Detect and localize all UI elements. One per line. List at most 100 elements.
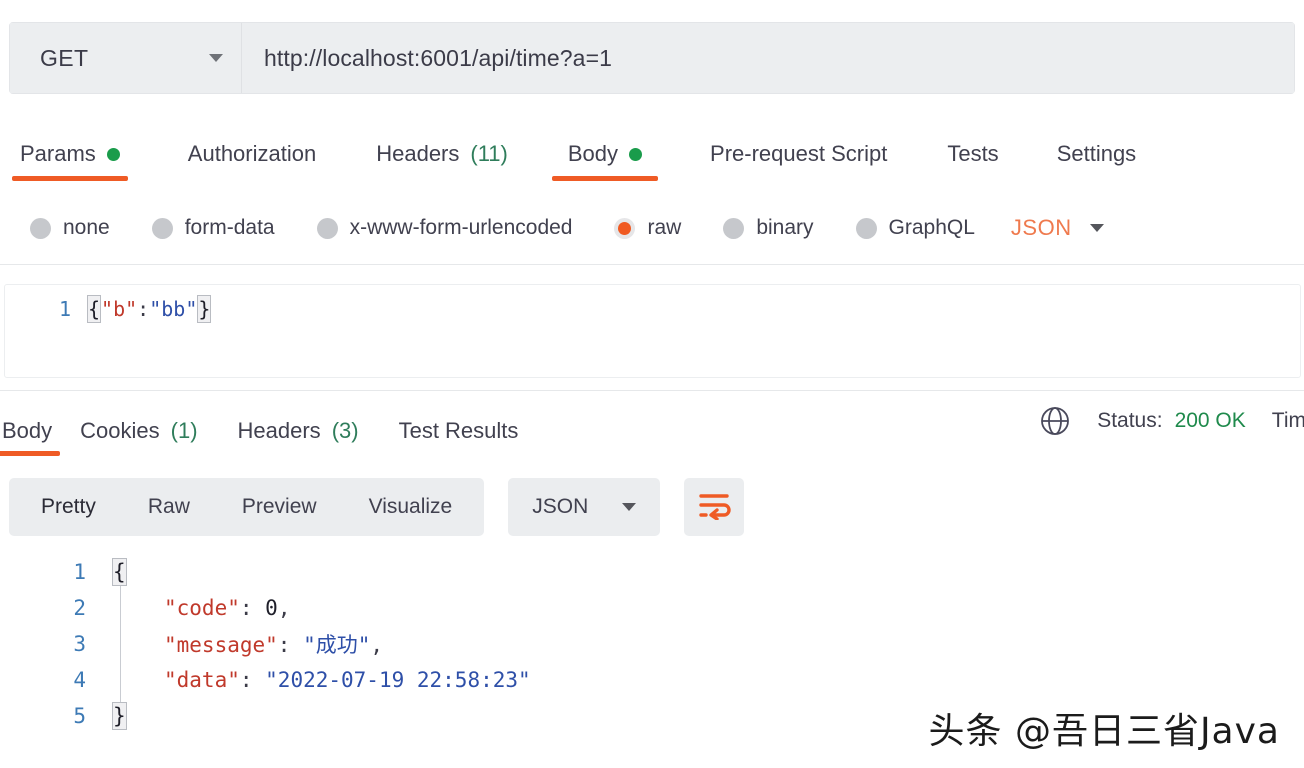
response-code-line: 3 "message": "成功", <box>0 626 1304 662</box>
response-tab-headers-count: (3) <box>331 418 359 443</box>
tab-authorization-label: Authorization <box>187 141 317 166</box>
response-tab-test-results[interactable]: Test Results <box>399 402 519 454</box>
view-mode-pretty[interactable]: Pretty <box>15 478 122 536</box>
response-tab-cookies-label: Cookies <box>80 418 160 443</box>
response-format-select[interactable]: JSON <box>508 478 661 536</box>
globe-icon[interactable] <box>1039 405 1071 437</box>
response-open-brace-token: { <box>112 558 127 586</box>
raw-format-select[interactable]: JSON <box>1011 215 1104 241</box>
tab-params[interactable]: Params <box>12 125 128 181</box>
response-line-number: 4 <box>73 668 86 692</box>
status-badge: 200 OK <box>1174 409 1246 432</box>
radio-none-mark-icon <box>30 217 51 239</box>
radio-raw-mark-icon <box>614 217 636 239</box>
response-tab-cookies[interactable]: Cookies (1) <box>80 402 197 454</box>
close-brace-token: } <box>197 295 212 323</box>
response-line-number: 1 <box>73 560 86 584</box>
http-method-select[interactable]: GET <box>10 23 242 93</box>
radio-graphql-mark-icon <box>855 217 877 239</box>
word-wrap-icon <box>697 490 731 525</box>
response-code-content: "message": "成功", <box>112 629 383 659</box>
json-comma: , <box>370 633 384 657</box>
json-separator: : <box>239 668 266 692</box>
radio-x-www-form-urlencoded[interactable]: x-www-form-urlencoded <box>316 216 573 240</box>
tab-pre-request-script[interactable]: Pre-request Script <box>710 125 887 177</box>
view-mode-raw[interactable]: Raw <box>122 478 216 536</box>
tab-body[interactable]: Body <box>551 125 659 181</box>
request-body-code: {"b":"bb"} <box>87 292 212 326</box>
json-key: "code" <box>164 596 240 620</box>
radio-raw[interactable]: raw <box>614 216 681 240</box>
response-line-number: 5 <box>73 704 86 728</box>
tab-headers-count: (11) <box>470 141 508 166</box>
response-tab-test-results-label: Test Results <box>398 418 519 443</box>
tab-params-label: Params <box>20 141 96 166</box>
json-comma: , <box>277 596 291 620</box>
response-view-mode-group: Pretty Raw Preview Visualize <box>9 478 485 536</box>
json-key: "data" <box>164 668 240 692</box>
response-code-line: 1 { <box>0 554 1304 590</box>
tab-settings[interactable]: Settings <box>1057 125 1137 177</box>
json-separator: : <box>277 633 304 657</box>
body-type-radio-group: none form-data x-www-form-urlencoded raw… <box>0 205 1304 251</box>
raw-format-label: JSON <box>1010 215 1072 240</box>
response-format-label: JSON <box>532 495 589 518</box>
http-method-label: GET <box>40 44 89 71</box>
unsaved-dot-icon <box>106 147 120 161</box>
json-separator: : <box>239 596 266 620</box>
view-mode-preview[interactable]: Preview <box>216 478 343 536</box>
response-code-line: 4 "data": "2022-07-19 22:58:23" <box>0 662 1304 698</box>
radio-form-data[interactable]: form-data <box>151 216 275 240</box>
json-key: "message" <box>164 633 278 657</box>
view-mode-visualize[interactable]: Visualize <box>343 478 479 536</box>
radio-binary-mark-icon <box>723 217 745 239</box>
tab-tests[interactable]: Tests <box>947 125 998 177</box>
active-tab-underline <box>551 176 659 181</box>
radio-form-data-label: form-data <box>184 216 275 239</box>
radio-raw-label: raw <box>647 216 682 239</box>
open-brace-token: { <box>87 295 102 323</box>
body-key-token: "b" <box>101 297 138 321</box>
json-value: 0 <box>265 596 278 620</box>
tab-settings-label: Settings <box>1056 141 1137 166</box>
body-colon-token: : <box>137 297 150 321</box>
radio-none[interactable]: none <box>30 216 110 240</box>
radio-form-data-mark-icon <box>151 217 173 239</box>
response-view-toolbar: Pretty Raw Preview Visualize JSON <box>9 478 745 536</box>
url-input[interactable]: http://localhost:6001/api/time?a=1 <box>242 23 1294 93</box>
request-body-editor[interactable]: 1 {"b":"bb"} <box>4 284 1301 378</box>
radio-graphql-label: GraphQL <box>888 216 975 239</box>
chevron-down-icon <box>1089 224 1104 232</box>
radio-none-label: none <box>63 216 110 239</box>
tab-tests-label: Tests <box>947 141 999 166</box>
chevron-down-icon <box>209 54 223 62</box>
time-label: Tim <box>1271 409 1304 432</box>
tab-authorization[interactable]: Authorization <box>188 125 316 177</box>
tab-pre-request-script-label: Pre-request Script <box>710 141 888 166</box>
body-value-token: "bb" <box>149 297 198 321</box>
tab-body-label: Body <box>567 141 619 166</box>
radio-binary[interactable]: binary <box>723 216 814 240</box>
divider-above-response <box>0 390 1304 391</box>
radio-x-www-form-urlencoded-label: x-www-form-urlencoded <box>349 216 573 239</box>
request-url-bar: GET http://localhost:6001/api/time?a=1 <box>9 22 1295 94</box>
watermark: 头条 @吾日三省Java <box>928 711 1280 752</box>
response-line-number: 3 <box>73 632 86 656</box>
response-tab-body[interactable]: Body <box>0 402 61 456</box>
response-active-tab-underline <box>0 451 61 456</box>
json-value: "2022-07-19 22:58:23" <box>265 668 531 692</box>
body-present-dot-icon <box>629 147 643 161</box>
chevron-down-icon <box>622 503 637 511</box>
word-wrap-button[interactable] <box>684 478 745 536</box>
response-close-brace-token: } <box>112 702 127 730</box>
tab-headers[interactable]: Headers (11) <box>376 125 508 177</box>
tab-headers-label: Headers <box>376 141 460 166</box>
request-tabs: Params Authorization Headers (11) Body P… <box>0 125 1304 187</box>
response-tab-headers[interactable]: Headers (3) <box>238 402 359 454</box>
response-tab-body-label: Body <box>2 418 53 443</box>
radio-graphql[interactable]: GraphQL <box>855 216 975 240</box>
status-label: Status: <box>1097 409 1163 432</box>
json-value: "成功" <box>303 633 371 657</box>
divider-above-editor <box>0 264 1304 265</box>
request-line-number: 1 <box>58 297 71 321</box>
